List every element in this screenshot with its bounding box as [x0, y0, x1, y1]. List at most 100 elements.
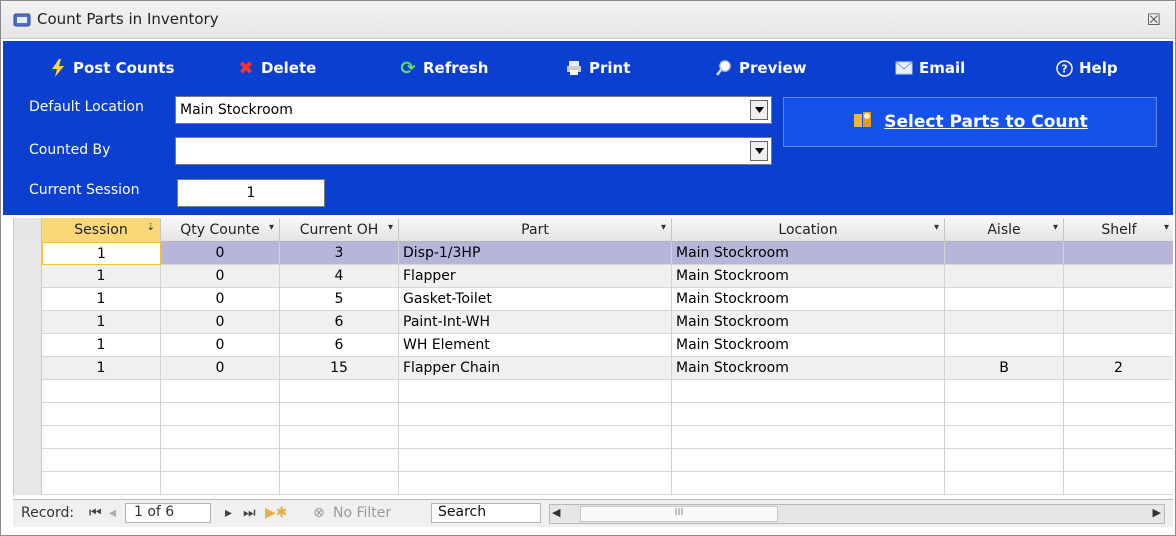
cell-location[interactable]: [672, 449, 945, 472]
table-row[interactable]: 1 0 6 WH Element Main Stockroom: [14, 334, 1173, 357]
cell-aisle[interactable]: B: [945, 357, 1064, 380]
table-row[interactable]: 1 0 5 Gasket-Toilet Main Stockroom: [14, 288, 1173, 311]
filter-dropdown-icon[interactable]: ▾: [269, 222, 274, 233]
column-header-qty-counted[interactable]: Qty Counte ▾: [161, 218, 280, 242]
column-header-shelf[interactable]: Shelf ▾: [1064, 218, 1173, 242]
filter-dropdown-icon[interactable]: ▾: [388, 222, 393, 233]
row-selector[interactable]: [14, 426, 42, 449]
cell-location[interactable]: Main Stockroom: [672, 311, 945, 334]
cell-shelf[interactable]: [1064, 288, 1173, 311]
select-parts-button[interactable]: Select Parts to Count: [783, 97, 1157, 147]
next-record-icon[interactable]: ▸: [225, 505, 232, 521]
cell-session[interactable]: 1: [42, 311, 161, 334]
cell-part[interactable]: Paint-Int-WH: [399, 311, 672, 334]
table-row[interactable]: 1 0 3 Disp-1/3HP Main Stockroom: [14, 242, 1173, 265]
cell-location[interactable]: Main Stockroom: [672, 288, 945, 311]
row-selector[interactable]: [14, 472, 42, 495]
cell-location[interactable]: [672, 380, 945, 403]
cell-part[interactable]: [399, 472, 672, 495]
cell-part[interactable]: WH Element: [399, 334, 672, 357]
default-location-combo[interactable]: Main Stockroom: [175, 96, 772, 124]
row-selector[interactable]: [14, 265, 42, 288]
cell-oh[interactable]: [280, 426, 399, 449]
preview-button[interactable]: Preview: [715, 57, 807, 79]
cell-qty[interactable]: [161, 380, 280, 403]
cell-shelf[interactable]: [1064, 334, 1173, 357]
cell-oh[interactable]: 3: [280, 242, 399, 265]
cell-qty[interactable]: [161, 449, 280, 472]
post-counts-button[interactable]: Post Counts: [49, 57, 174, 79]
cell-shelf[interactable]: [1064, 472, 1173, 495]
column-header-location[interactable]: Location ▾: [672, 218, 945, 242]
row-selector[interactable]: [14, 380, 42, 403]
new-record-icon[interactable]: ▶✱: [265, 505, 288, 521]
row-selector[interactable]: [14, 449, 42, 472]
first-record-icon[interactable]: ⏮: [89, 505, 102, 521]
cell-aisle[interactable]: [945, 288, 1064, 311]
cell-shelf[interactable]: [1064, 449, 1173, 472]
column-header-part[interactable]: Part ▾: [399, 218, 672, 242]
cell-shelf[interactable]: [1064, 311, 1173, 334]
cell-oh[interactable]: [280, 472, 399, 495]
cell-aisle[interactable]: [945, 380, 1064, 403]
cell-oh[interactable]: [280, 449, 399, 472]
cell-part[interactable]: [399, 403, 672, 426]
table-row[interactable]: 1 0 4 Flapper Main Stockroom: [14, 265, 1173, 288]
row-selector[interactable]: [14, 288, 42, 311]
cell-location[interactable]: Main Stockroom: [672, 242, 945, 265]
cell-aisle[interactable]: [945, 426, 1064, 449]
last-record-icon[interactable]: ⏭: [243, 505, 256, 521]
column-header-aisle[interactable]: Aisle ▾: [945, 218, 1064, 242]
sort-ascending-icon[interactable]: ⇣: [147, 222, 155, 233]
current-session-field[interactable]: 1: [177, 179, 325, 207]
cell-part[interactable]: [399, 426, 672, 449]
filter-dropdown-icon[interactable]: ▾: [661, 222, 666, 233]
scroll-thumb[interactable]: III: [580, 506, 778, 522]
cell-aisle[interactable]: [945, 242, 1064, 265]
filter-dropdown-icon[interactable]: ▾: [1164, 222, 1169, 233]
counted-by-combo[interactable]: [175, 137, 772, 165]
row-selector[interactable]: [14, 311, 42, 334]
cell-session[interactable]: [42, 472, 161, 495]
cell-session[interactable]: 1: [42, 334, 161, 357]
cell-oh[interactable]: 6: [280, 311, 399, 334]
close-icon[interactable]: ☒: [1147, 10, 1161, 29]
dropdown-arrow-icon[interactable]: [750, 141, 768, 161]
cell-aisle[interactable]: [945, 449, 1064, 472]
row-selector[interactable]: [14, 403, 42, 426]
cell-qty[interactable]: 0: [161, 265, 280, 288]
cell-shelf[interactable]: [1064, 380, 1173, 403]
cell-aisle[interactable]: [945, 265, 1064, 288]
cell-shelf[interactable]: [1064, 265, 1173, 288]
horizontal-scrollbar[interactable]: ◀ III ▶: [549, 504, 1165, 524]
record-position-field[interactable]: 1 of 6: [125, 503, 211, 523]
cell-oh[interactable]: 5: [280, 288, 399, 311]
previous-record-icon[interactable]: ◂: [109, 505, 116, 521]
cell-location[interactable]: [672, 403, 945, 426]
cell-aisle[interactable]: [945, 334, 1064, 357]
row-selector[interactable]: [14, 334, 42, 357]
cell-location[interactable]: [672, 426, 945, 449]
cell-qty[interactable]: 0: [161, 311, 280, 334]
cell-location[interactable]: Main Stockroom: [672, 334, 945, 357]
filter-dropdown-icon[interactable]: ▾: [1053, 222, 1058, 233]
row-selector[interactable]: [14, 357, 42, 380]
cell-shelf[interactable]: 2: [1064, 357, 1173, 380]
cell-qty[interactable]: 0: [161, 288, 280, 311]
cell-session[interactable]: 1: [42, 288, 161, 311]
cell-aisle[interactable]: [945, 403, 1064, 426]
cell-part[interactable]: [399, 380, 672, 403]
row-selector[interactable]: [14, 242, 42, 265]
cell-qty[interactable]: 0: [161, 357, 280, 380]
filter-dropdown-icon[interactable]: ▾: [934, 222, 939, 233]
cell-shelf[interactable]: [1064, 403, 1173, 426]
cell-qty[interactable]: 0: [161, 334, 280, 357]
cell-session[interactable]: 1: [42, 242, 161, 265]
refresh-button[interactable]: ⟳ Refresh: [399, 57, 488, 79]
cell-qty[interactable]: [161, 403, 280, 426]
cell-part[interactable]: Disp-1/3HP: [399, 242, 672, 265]
column-header-current-oh[interactable]: Current OH ▾: [280, 218, 399, 242]
cell-shelf[interactable]: [1064, 426, 1173, 449]
cell-location[interactable]: [672, 472, 945, 495]
select-all-corner[interactable]: [14, 218, 42, 242]
